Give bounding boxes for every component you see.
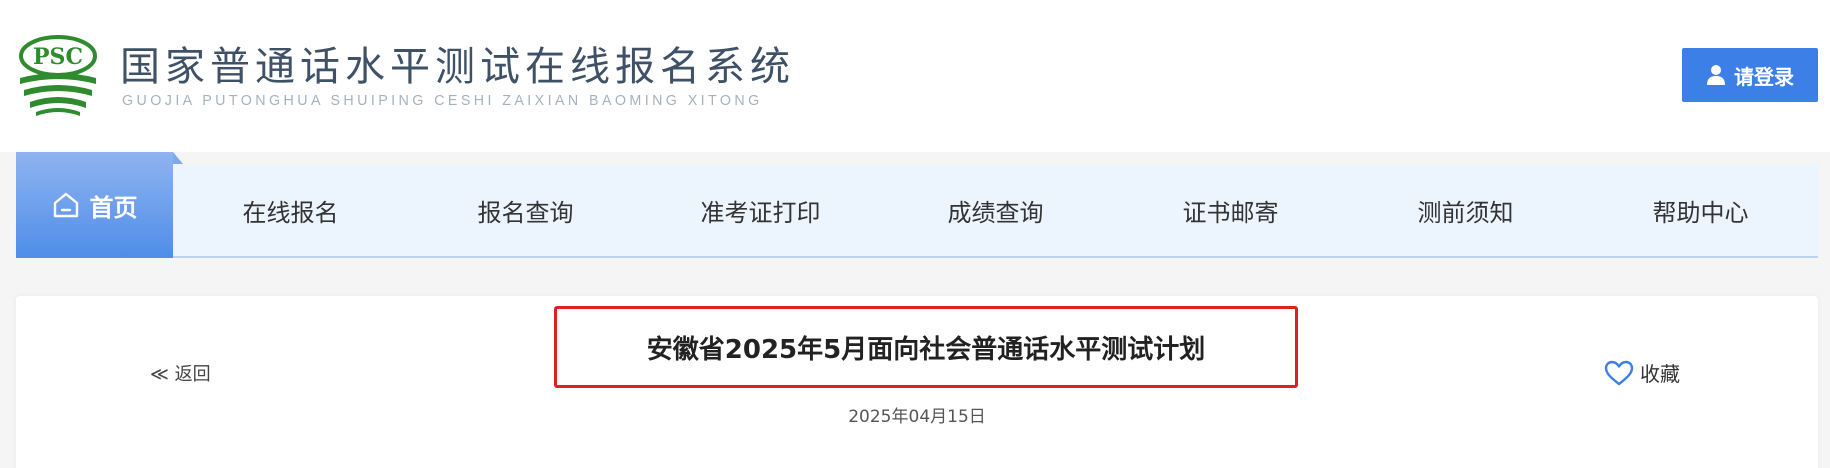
back-link[interactable]: ≪ 返回 [150,360,211,386]
nav-item-admission-ticket-print[interactable]: 准考证打印 [643,164,878,256]
site-header: PSC 国家普通话水平测试在线报名系统 GUOJIA PUTONGHUA SHU… [0,0,1830,152]
nav-home-tab-corner [173,152,183,164]
article-title-highlight: 安徽省2025年5月面向社会普通话水平测试计划 [554,306,1298,388]
nav-items: 在线报名 报名查询 准考证打印 成绩查询 证书邮寄 测前须知 帮助中心 [173,164,1818,256]
login-label: 请登录 [1734,64,1794,89]
nav-item-certificate-mailing[interactable]: 证书邮寄 [1113,164,1348,256]
article-date: 2025年04月15日 [848,407,986,427]
psc-logo: PSC [19,35,97,116]
main-nav: 首页 在线报名 报名查询 准考证打印 成绩查询 证书邮寄 测前须知 帮助中心 [16,152,1818,258]
nav-item-online-registration[interactable]: 在线报名 [173,164,408,256]
nav-item-score-query[interactable]: 成绩查询 [878,164,1113,256]
site-subtitle: GUOJIA PUTONGHUA SHUIPING CESHI ZAIXIAN … [122,93,763,109]
user-icon [1707,65,1725,85]
nav-item-home[interactable]: 首页 [16,152,173,258]
nav-item-registration-query[interactable]: 报名查询 [408,164,643,256]
heart-icon [1604,360,1634,385]
favorite-button[interactable]: 收藏 [1604,358,1680,387]
site-title: 国家普通话水平测试在线报名系统 [120,44,795,90]
nav-item-help-center[interactable]: 帮助中心 [1583,164,1818,256]
favorite-label: 收藏 [1640,362,1680,386]
svg-text:PSC: PSC [33,44,83,70]
article-card: ≪ 返回 安徽省2025年5月面向社会普通话水平测试计划 2025年04月15日… [16,296,1818,468]
login-button[interactable]: 请登录 [1682,48,1818,102]
nav-item-pre-test-notice[interactable]: 测前须知 [1348,164,1583,256]
article-title: 安徽省2025年5月面向社会普通话水平测试计划 [646,334,1206,365]
nav-home-label: 首页 [89,193,138,222]
home-icon [53,192,78,218]
